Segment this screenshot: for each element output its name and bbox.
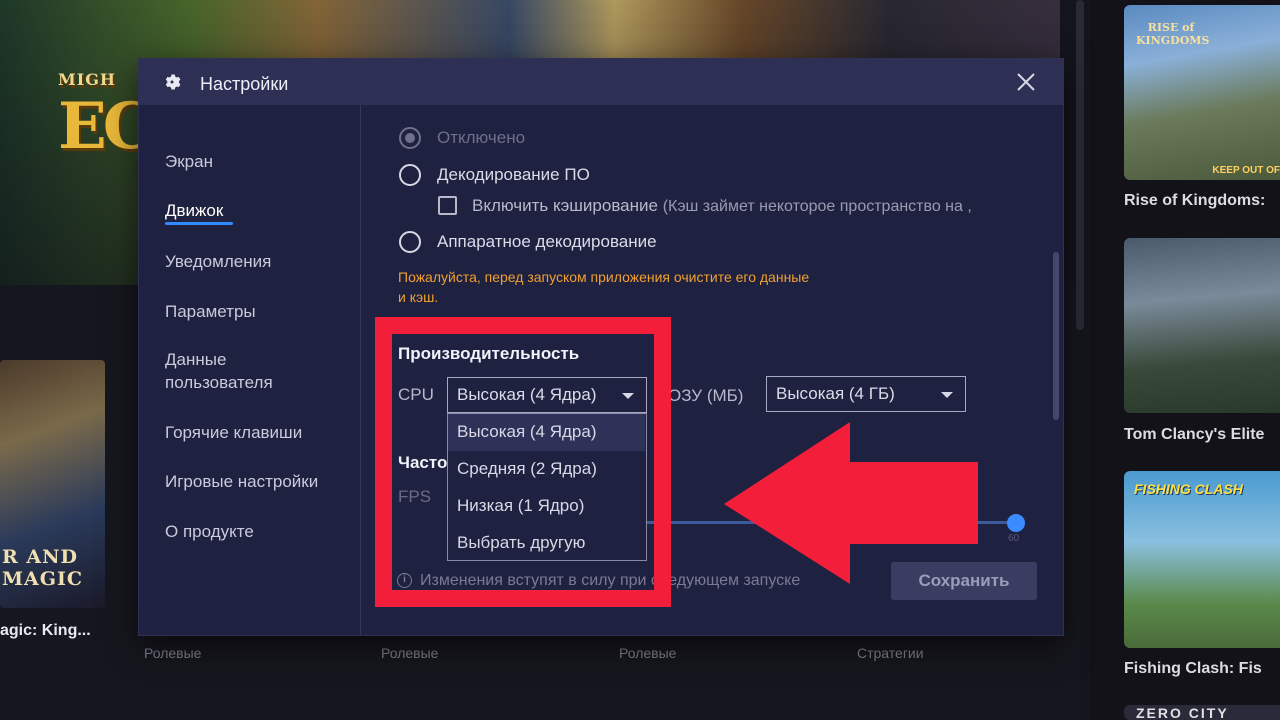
ram-label: ОЗУ (МБ) <box>668 386 744 405</box>
sidebar-item-notifications[interactable]: Уведомления <box>165 250 271 273</box>
fps-max-label: 60 <box>1008 533 1020 544</box>
game-title-fishing-clash[interactable]: Fishing Clash: Fis <box>1124 660 1262 678</box>
close-icon[interactable] <box>1015 71 1037 93</box>
sidebar-item-engine[interactable]: Движок <box>165 199 223 222</box>
radio-hardware-decoding[interactable] <box>399 231 421 253</box>
content-scrollbar[interactable] <box>1053 252 1059 420</box>
enable-cache-label: Включить кэширование (Кэш займет некотор… <box>472 196 972 215</box>
game-genre-label: Ролевые <box>619 645 677 661</box>
sidebar-item-parameters[interactable]: Параметры <box>165 300 256 323</box>
active-tab-indicator <box>165 222 233 225</box>
game-tile-fishing-clash[interactable]: FISHING CLASH <box>1124 471 1280 648</box>
game-title-might-and-magic[interactable]: agic: King... <box>0 622 91 640</box>
dialog-title: Настройки <box>200 74 289 94</box>
settings-sidebar: Экран Движок Уведомления Параметры Данны… <box>139 105 361 635</box>
cache-note: (Кэш займет некоторое пространство на , <box>662 198 972 215</box>
game-tile-logo-text: RISE of KINGDOMS <box>1136 21 1210 47</box>
clear-cache-warning: Пожалуйста, перед запуском приложения оч… <box>398 269 810 305</box>
sidebar-item-user-data[interactable]: Данные пользователя <box>165 348 305 394</box>
chevron-down-icon <box>941 392 953 398</box>
software-decoding-label: Декодирование ПО <box>437 165 590 184</box>
dialog-header: Настройки <box>139 59 1063 105</box>
game-tile-logo-text: ZERO CITY <box>1136 705 1229 720</box>
decoding-disabled-label: Отключено <box>437 128 526 147</box>
game-tile-tom-clancys-elite[interactable] <box>1124 238 1280 413</box>
game-tile-logo-text: R AND MAGIC <box>2 546 84 590</box>
fps-slider-knob[interactable] <box>1007 514 1025 532</box>
game-genre-label: Ролевые <box>144 645 202 661</box>
game-tile-badge: KEEP OUT OF <box>1212 165 1280 176</box>
game-tile-logo-text: FISHING CLASH <box>1134 481 1243 497</box>
hero-game-logo: MIGH EC <box>58 70 154 164</box>
sidebar-item-screen[interactable]: Экран <box>165 150 213 173</box>
ram-select-value: Высокая (4 ГБ) <box>776 384 895 403</box>
sidebar-item-game-settings[interactable]: Игровые настройки <box>165 470 318 493</box>
background-scrollbar[interactable] <box>1076 0 1084 330</box>
hardware-decoding-label: Аппаратное декодирование <box>437 232 657 251</box>
game-genre-label: Стратегии <box>857 645 924 661</box>
game-tile-rise-of-kingdoms[interactable]: RISE of KINGDOMS KEEP OUT OF <box>1124 5 1280 180</box>
game-title-tom-clancys-elite[interactable]: Tom Clancy's Elite <box>1124 426 1264 444</box>
annotation-arrow-icon <box>724 422 978 584</box>
sidebar-item-about[interactable]: О продукте <box>165 520 254 543</box>
game-tile-zero-city[interactable]: ZERO CITY <box>1124 705 1280 720</box>
ram-select[interactable]: Высокая (4 ГБ) <box>766 376 966 412</box>
sidebar-item-hotkeys[interactable]: Горячие клавиши <box>165 421 302 444</box>
game-genre-label: Ролевые <box>381 645 439 661</box>
radio-decoding-disabled[interactable] <box>399 127 421 149</box>
game-tile-might-and-magic[interactable]: R AND MAGIC <box>0 360 105 608</box>
radio-software-decoding[interactable] <box>399 164 421 186</box>
enable-cache-checkbox[interactable] <box>438 196 457 215</box>
game-title-rise-of-kingdoms[interactable]: Rise of Kingdoms: <box>1124 192 1265 210</box>
annotation-highlight-box <box>375 317 671 607</box>
gear-icon <box>165 74 181 90</box>
